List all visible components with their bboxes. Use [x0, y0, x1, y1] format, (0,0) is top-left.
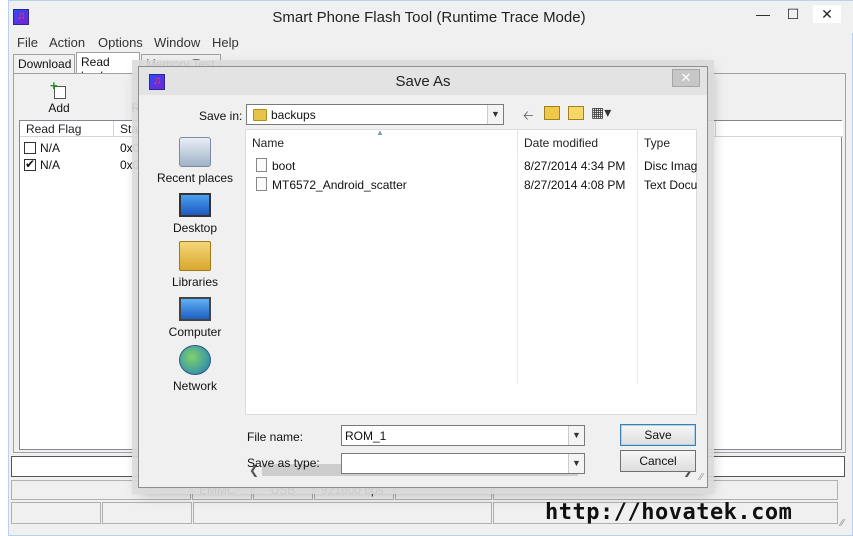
- file-name-input[interactable]: ROM_1 ▼: [341, 425, 585, 446]
- dialog-resize-grip-icon[interactable]: ∕∕: [700, 472, 703, 483]
- place-network[interactable]: Network: [147, 345, 243, 393]
- save-as-type-select[interactable]: ▼: [341, 453, 585, 474]
- close-button[interactable]: ✕: [813, 5, 841, 23]
- menu-options[interactable]: Options: [98, 35, 143, 50]
- text-file-icon: [256, 177, 267, 191]
- tab-download[interactable]: Download: [13, 54, 75, 73]
- place-desktop[interactable]: Desktop: [147, 189, 243, 235]
- file-name: boot: [272, 159, 296, 173]
- title-bar: Smart Phone Flash Tool (Runtime Trace Mo…: [9, 1, 853, 33]
- row-flag: N/A: [40, 141, 61, 155]
- new-folder-icon[interactable]: [568, 106, 584, 120]
- network-icon: [179, 345, 211, 375]
- save-button[interactable]: Save: [620, 424, 696, 446]
- add-icon: [50, 78, 67, 99]
- place-label: Recent places: [156, 171, 234, 185]
- file-list: ▲ Name Date modified Type boot 8/27/2014…: [245, 128, 698, 478]
- save-in-label: Save in:: [199, 109, 243, 123]
- app-icon: [13, 9, 29, 25]
- menu-window[interactable]: Window: [154, 35, 200, 50]
- back-arrow-icon[interactable]: 🡠: [523, 107, 534, 129]
- file-type: Text Docu: [644, 178, 698, 192]
- disc-image-file-icon: [256, 158, 267, 172]
- menu-file[interactable]: File: [17, 35, 38, 50]
- file-name-value: ROM_1: [345, 429, 387, 443]
- place-label: Network: [172, 379, 217, 393]
- row-checkbox[interactable]: [24, 157, 36, 171]
- menu-action[interactable]: Action: [49, 35, 85, 50]
- place-label: Desktop: [172, 221, 218, 235]
- place-libraries[interactable]: Libraries: [147, 241, 243, 289]
- save-in-combo[interactable]: backups ▼: [246, 104, 504, 125]
- chevron-down-icon[interactable]: ▼: [487, 105, 503, 124]
- recent-places-icon: [179, 137, 211, 167]
- file-type: Disc Imag: [644, 159, 698, 173]
- window-title: Smart Phone Flash Tool (Runtime Trace Mo…: [272, 9, 586, 26]
- col-read-flag[interactable]: Read Flag: [20, 121, 114, 137]
- status-cell-c: [193, 502, 492, 524]
- watermark: http://hovatek.com: [545, 500, 793, 525]
- folder-icon: [253, 109, 267, 121]
- menu-help[interactable]: Help: [212, 35, 239, 50]
- cancel-button[interactable]: Cancel: [620, 450, 696, 472]
- menu-bar: File Action Options Window Help: [9, 34, 853, 52]
- maximize-button[interactable]: ☐: [779, 5, 807, 23]
- libraries-icon: [179, 241, 211, 271]
- file-date: 8/27/2014 4:08 PM: [524, 178, 626, 192]
- save-as-type-label: Save as type:: [247, 456, 320, 470]
- col-type[interactable]: Type: [638, 130, 698, 154]
- file-row[interactable]: MT6572_Android_scatter 8/27/2014 4:08 PM…: [246, 176, 698, 195]
- dialog-title-bar: Save As ✕: [139, 67, 707, 95]
- col-divider: [715, 121, 716, 137]
- save-in-value: backups: [271, 108, 316, 122]
- dialog-title: Save As: [395, 73, 451, 90]
- dialog-close-button[interactable]: ✕: [672, 69, 700, 87]
- chevron-down-icon[interactable]: ▼: [568, 426, 584, 445]
- view-menu-icon[interactable]: ▦▾: [591, 104, 611, 121]
- tab-read-back[interactable]: Read back: [76, 52, 140, 83]
- place-label: Libraries: [171, 275, 219, 289]
- place-recent-places[interactable]: Recent places: [147, 137, 243, 185]
- place-label: Computer: [168, 325, 222, 339]
- col-name[interactable]: Name: [246, 130, 518, 154]
- chevron-down-icon[interactable]: ▼: [568, 454, 584, 473]
- file-name: MT6572_Android_scatter: [272, 178, 407, 192]
- add-button[interactable]: Add: [44, 78, 74, 115]
- places-bar: Recent places Desktop Libraries Computer…: [147, 129, 243, 399]
- status-cell-b: [102, 502, 192, 524]
- col-date-modified[interactable]: Date modified: [518, 130, 638, 154]
- up-folder-icon[interactable]: [544, 106, 560, 120]
- place-computer[interactable]: Computer: [147, 293, 243, 339]
- file-name-label: File name:: [247, 430, 304, 444]
- desktop-icon: [179, 193, 211, 217]
- resize-grip-icon[interactable]: [832, 515, 844, 529]
- computer-icon: [179, 297, 211, 321]
- minimize-button[interactable]: —: [749, 5, 777, 23]
- row-flag: N/A: [40, 158, 61, 172]
- add-label: Add: [48, 101, 70, 115]
- file-row[interactable]: boot 8/27/2014 4:34 PM Disc Imag: [246, 157, 698, 176]
- row-checkbox[interactable]: [24, 142, 36, 154]
- save-as-dialog: Save As ✕ Save in: backups ▼ 🡠 ▦▾ Recent…: [138, 66, 708, 488]
- file-date: 8/27/2014 4:34 PM: [524, 159, 626, 173]
- status-cell-a: [11, 502, 101, 524]
